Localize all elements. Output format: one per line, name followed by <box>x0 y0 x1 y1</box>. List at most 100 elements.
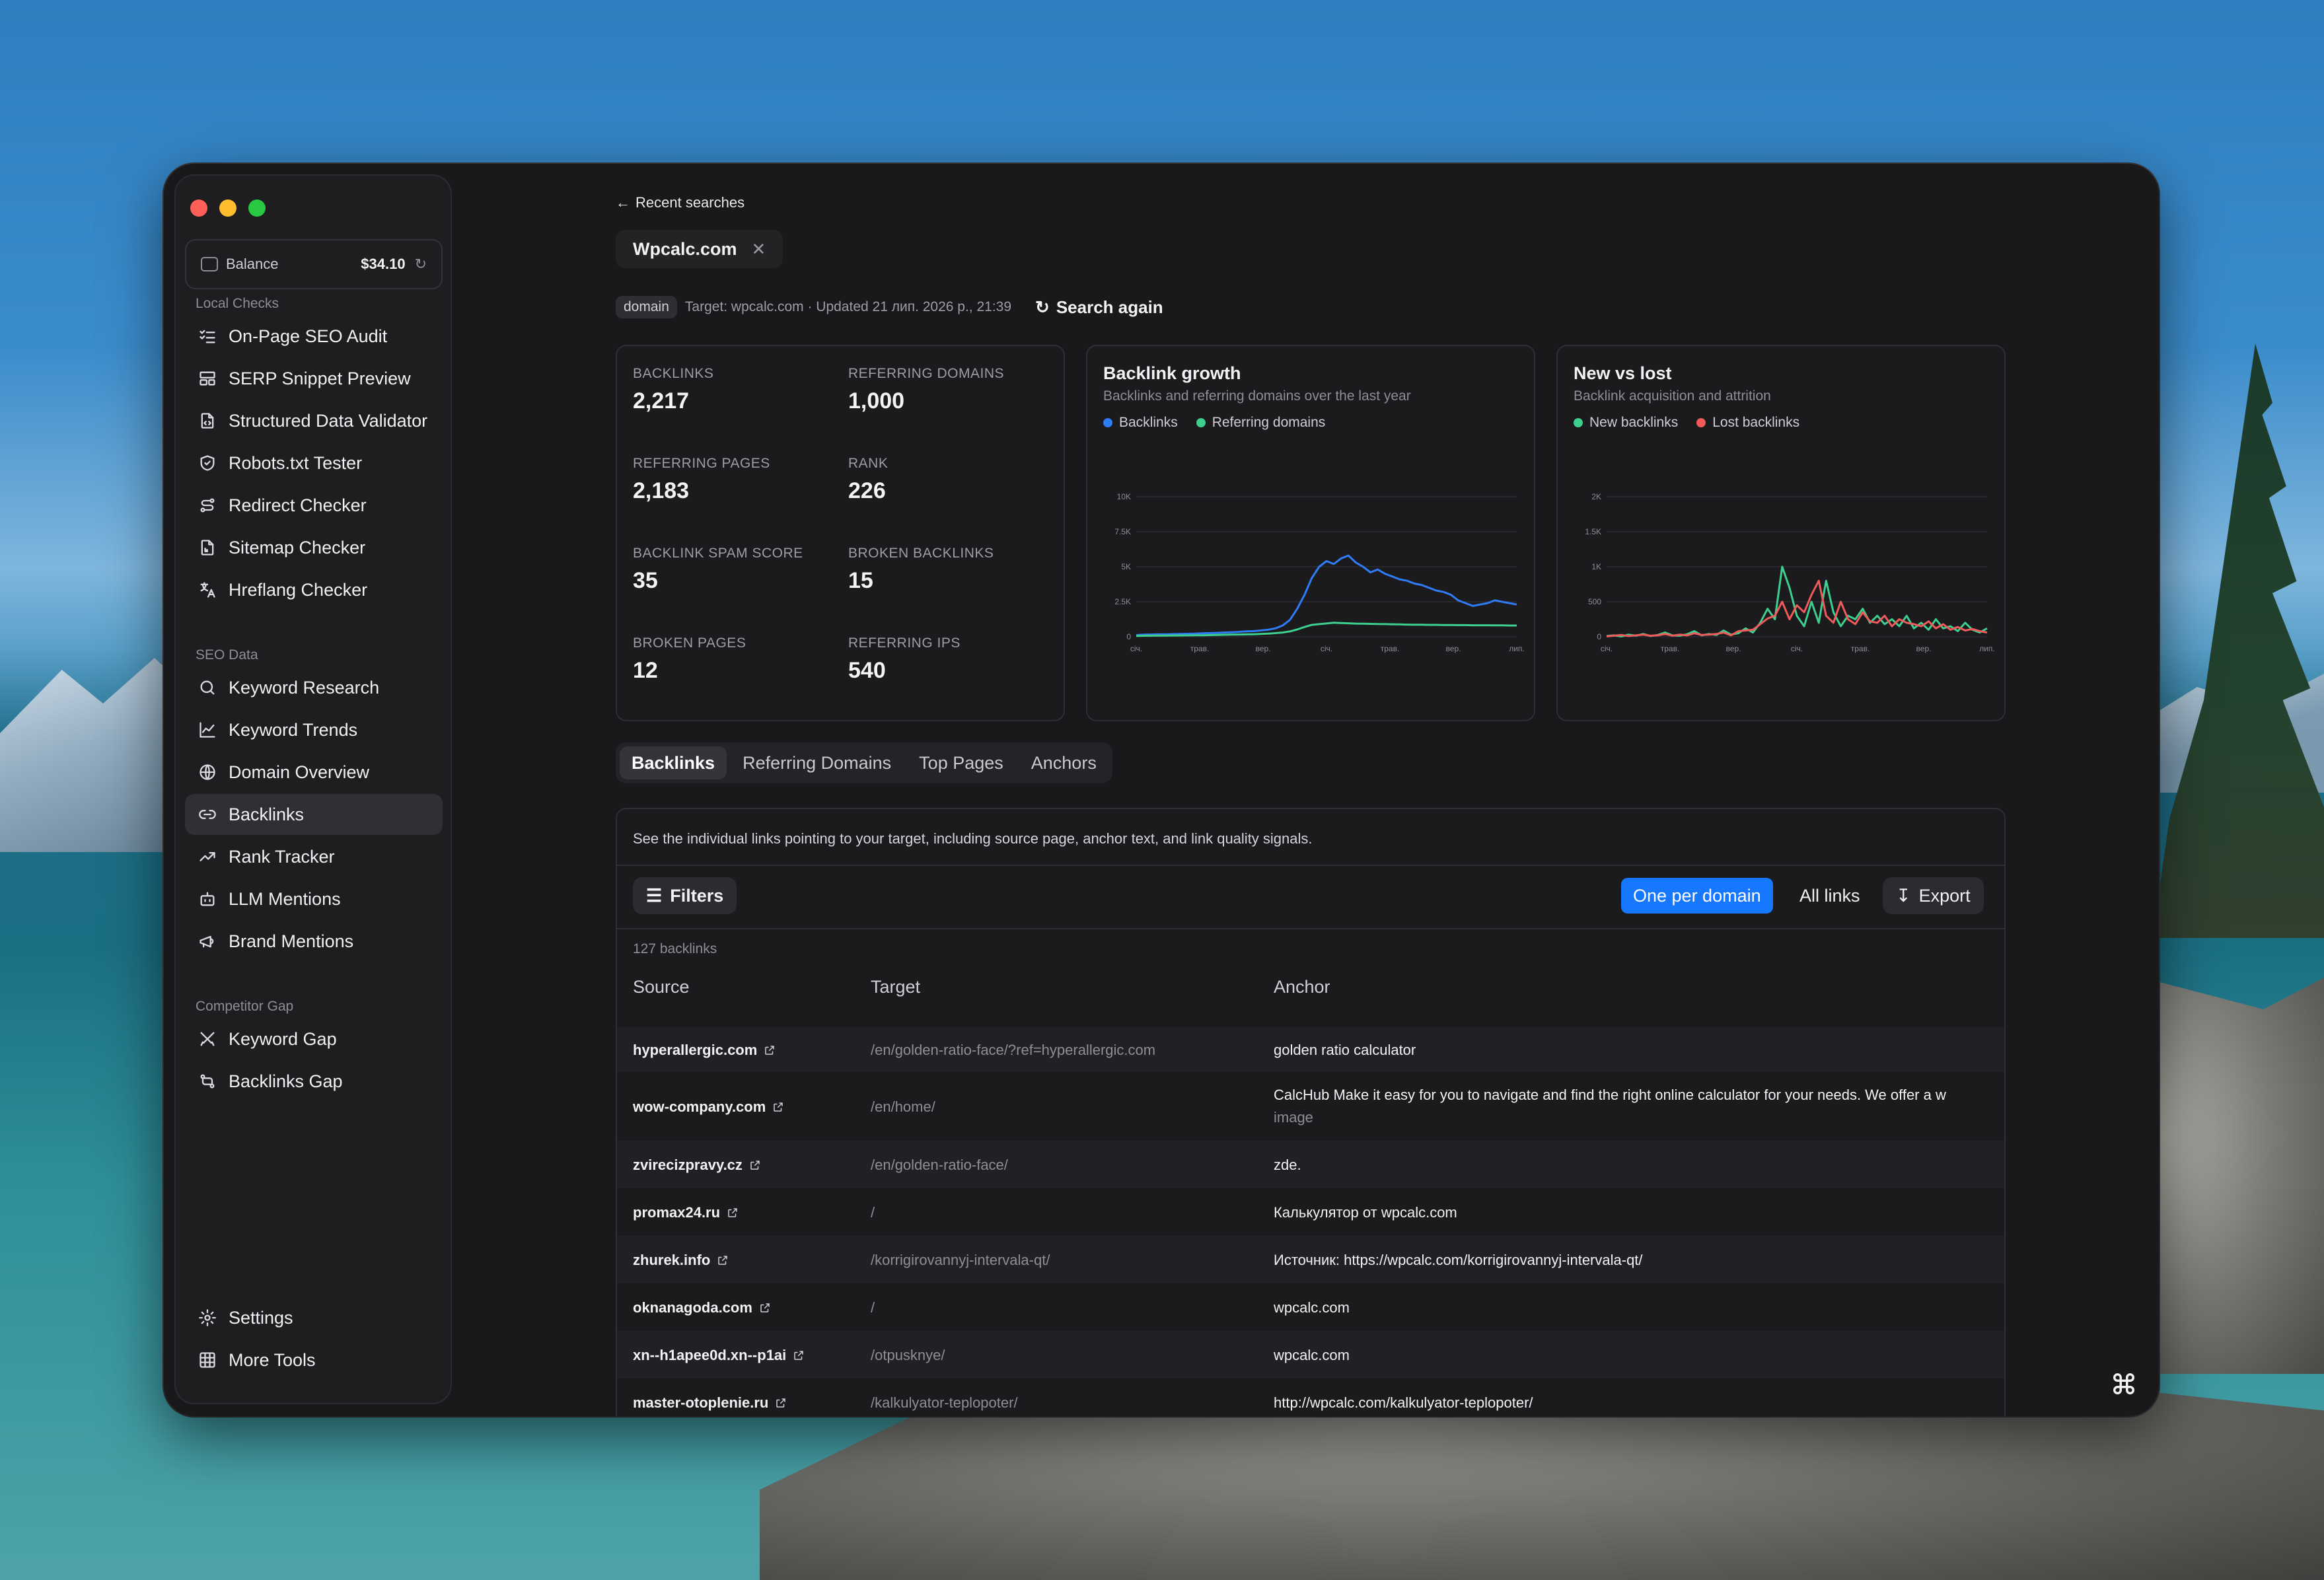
y-tick-label: 1.5K <box>1585 527 1601 536</box>
table-row: zvirecizpravy.cz /en/golden-ratio-face/ … <box>617 1141 2004 1188</box>
x-tick-label: січ. <box>1791 644 1803 653</box>
stat-referring-ips: REFERRING IPS 540 <box>848 635 1046 684</box>
chart-title: New vs lost <box>1574 363 1672 383</box>
x-tick-label: січ. <box>1321 644 1332 653</box>
file-code-icon <box>197 410 218 431</box>
tab-backlinks[interactable]: Backlinks <box>620 746 727 779</box>
source-link[interactable]: promax24.ru <box>633 1204 739 1221</box>
sidebar-item-keyword-gap[interactable]: Keyword Gap <box>185 1019 443 1059</box>
y-tick-label: 1K <box>1591 562 1601 571</box>
source-link[interactable]: oknanagoda.com <box>633 1299 771 1316</box>
target-path: /otpusknye/ <box>871 1347 945 1363</box>
sidebar-item-backlinks-gap[interactable]: Backlinks Gap <box>185 1061 443 1102</box>
zoom-window-button[interactable] <box>248 199 266 217</box>
sidebar-item-rank-tracker[interactable]: Rank Tracker <box>185 836 443 877</box>
sidebar-item-on-page-seo-audit[interactable]: On-Page SEO Audit <box>185 316 443 357</box>
recent-searches-link[interactable]: ← Recent searches <box>616 194 744 211</box>
sidebar-item-llm-mentions[interactable]: LLM Mentions <box>185 879 443 919</box>
sidebar-item-sitemap-checker[interactable]: Sitemap Checker <box>185 527 443 568</box>
sidebar-item-label: Sitemap Checker <box>229 537 366 557</box>
sidebar-item-brand-mentions[interactable]: Brand Mentions <box>185 921 443 962</box>
legend-item-lost-backlinks[interactable]: Lost backlinks <box>1696 415 1799 431</box>
minimize-window-button[interactable] <box>219 199 236 217</box>
tab-referring-domains[interactable]: Referring Domains <box>731 746 903 779</box>
source-link[interactable]: zhurek.info <box>633 1252 729 1269</box>
y-tick-label: 10K <box>1117 492 1131 501</box>
legend-item-referring-domains[interactable]: Referring domains <box>1196 415 1325 431</box>
sidebar-item-domain-overview[interactable]: Domain Overview <box>185 752 443 793</box>
type-badge: domain <box>616 296 677 318</box>
export-label: Export <box>1918 885 1971 906</box>
table-row: zhurek.info /korrigirovannyj-intervala-q… <box>617 1236 2004 1283</box>
y-tick-label: 5K <box>1121 562 1131 571</box>
filters-button[interactable]: ☰ Filters <box>633 877 737 914</box>
sidebar-item-label: Rank Tracker <box>229 846 335 867</box>
layout-icon <box>197 368 218 389</box>
source-link[interactable]: hyperallergic.com <box>633 1042 776 1059</box>
checklist-icon <box>197 326 218 347</box>
column-header-anchor[interactable]: Anchor <box>1274 977 1330 997</box>
sliders-icon: ☰ <box>646 885 663 906</box>
command-icon[interactable] <box>2111 1371 2136 1396</box>
anchor-text: Калькулятор от wpcalc.com <box>1274 1204 1457 1221</box>
y-tick-label: 7.5K <box>1114 527 1131 536</box>
tab-top-pages[interactable]: Top Pages <box>907 746 1015 779</box>
window-controls <box>190 199 266 217</box>
sidebar-item-robots-txt-tester[interactable]: Robots.txt Tester <box>185 443 443 484</box>
domain-name: Wpcalc.com <box>633 238 737 259</box>
sidebar-item-keyword-research[interactable]: Keyword Research <box>185 667 443 708</box>
column-header-source[interactable]: Source <box>633 977 690 997</box>
search-meta: domain Target: wpcalc.com · Updated 21 л… <box>616 296 1163 318</box>
balance-amount: $34.10 <box>361 256 406 272</box>
sidebar-item-label: Hreflang Checker <box>229 579 368 600</box>
sidebar-item-hreflang-checker[interactable]: Hreflang Checker <box>185 569 443 610</box>
anchor-text: golden ratio calculator <box>1274 1042 1416 1058</box>
sidebar-item-label: Backlinks <box>229 804 305 824</box>
legend-item-backlinks[interactable]: Backlinks <box>1103 415 1178 431</box>
translate-icon <box>197 579 218 600</box>
source-link[interactable]: master-otoplenie.ru <box>633 1394 787 1412</box>
backlinks-table-card: See the individual links pointing to you… <box>616 808 2006 1416</box>
source-link[interactable]: xn--h1apee0d.xn--p1ai <box>633 1347 805 1364</box>
stat-backlinks: BACKLINKS 2,217 <box>633 366 831 414</box>
balance-widget[interactable]: Balance $34.10 ↻ <box>185 239 443 289</box>
domain-chip[interactable]: Wpcalc.com ✕ <box>616 230 783 268</box>
target-path: / <box>871 1204 875 1221</box>
backlink-growth-chart: 0 2.5K 5K 7.5K 10K січ. трав. вер. січ. трав. вер.… <box>1114 492 1524 653</box>
target-path: /korrigirovannyj-intervala-qt/ <box>871 1252 1050 1268</box>
export-button[interactable]: ↧ Export <box>1883 877 1984 914</box>
legend-item-new-backlinks[interactable]: New backlinks <box>1574 415 1678 431</box>
sidebar-item-settings[interactable]: Settings <box>185 1297 443 1338</box>
sidebar-item-keyword-trends[interactable]: Keyword Trends <box>185 709 443 750</box>
external-link-icon <box>760 1303 770 1312</box>
sidebar-item-backlinks[interactable]: Backlinks <box>185 794 443 835</box>
sidebar-item-structured-data-validator[interactable]: Structured Data Validator <box>185 400 443 441</box>
sidebar-item-redirect-checker[interactable]: Redirect Checker <box>185 485 443 526</box>
close-window-button[interactable] <box>190 199 207 217</box>
target-path: / <box>871 1299 875 1316</box>
anchor-text: Источник: https://wpcalc.com/korrigirova… <box>1274 1252 1643 1268</box>
column-header-target[interactable]: Target <box>871 977 920 997</box>
chart-subtitle: Backlink acquisition and attrition <box>1574 388 1771 404</box>
git-compare-icon <box>197 1071 218 1092</box>
stat-label: RANK <box>848 456 889 471</box>
section-competitor-gap: Competitor Gap <box>196 999 294 1014</box>
sidebar-item-more-tools[interactable]: More Tools <box>185 1340 443 1381</box>
y-tick-label: 2.5K <box>1114 597 1131 606</box>
x-tick-label: вер. <box>1726 644 1741 653</box>
tab-anchors[interactable]: Anchors <box>1019 746 1108 779</box>
sidebar: Balance $34.10 ↻ Local Checks On-Page SE… <box>174 174 452 1404</box>
one-per-domain-toggle[interactable]: One per domain <box>1621 878 1773 914</box>
refresh-icon[interactable]: ↻ <box>415 256 427 273</box>
search-again-button[interactable]: ↻ Search again <box>1035 297 1163 318</box>
x-tick-label: лип. <box>1979 644 1995 653</box>
source-link[interactable]: wow-company.com <box>633 1098 784 1116</box>
all-links-toggle[interactable]: All links <box>1792 878 1868 914</box>
wallet-icon <box>201 257 218 271</box>
source-link[interactable]: zvirecizpravy.cz <box>633 1157 761 1174</box>
close-icon[interactable]: ✕ <box>752 239 766 260</box>
sidebar-item-serp-snippet-preview[interactable]: SERP Snippet Preview <box>185 358 443 399</box>
sidebar-item-label: Settings <box>229 1307 293 1328</box>
sidebar-item-label: Domain Overview <box>229 762 370 782</box>
sidebar-item-label: Keyword Gap <box>229 1028 337 1049</box>
